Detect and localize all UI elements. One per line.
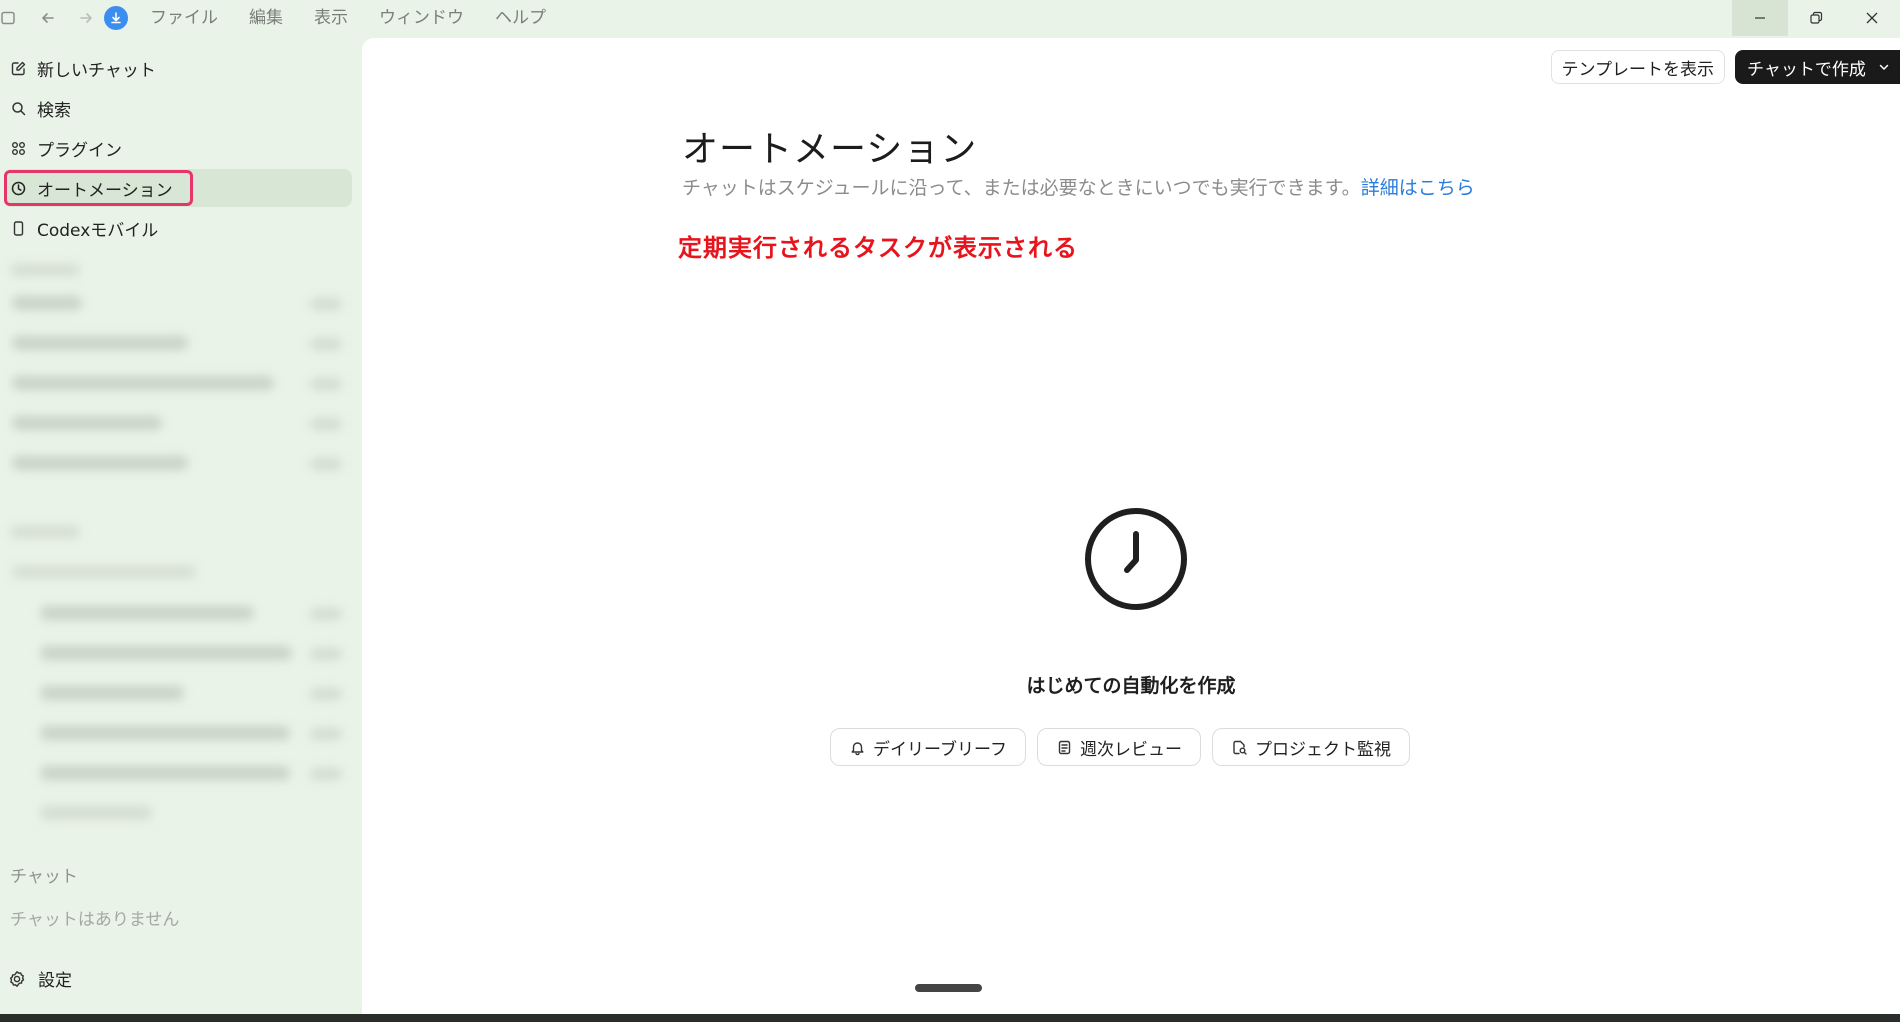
title-bar: ファイル 編集 表示 ウィンドウ ヘルプ (0, 0, 1900, 36)
page-title: オートメーション (682, 129, 978, 170)
search-icon (12, 101, 26, 115)
sidebar-item-new-chat[interactable]: 新しいチャット (4, 49, 352, 87)
sidebar-item-label: プラグイン (37, 140, 122, 161)
chip-label: 週次レビュー (1079, 739, 1182, 760)
restore-icon[interactable] (1788, 0, 1844, 36)
forward-arrow-icon[interactable] (74, 6, 98, 30)
sidebar-item-label: Codexモバイル (37, 220, 159, 241)
gear-icon (9, 970, 25, 987)
annotation-text: 定期実行されるタスクが表示される (678, 234, 1078, 262)
window-controls (1732, 0, 1900, 36)
page-subtitle-text: チャットはスケジュールに沿って、または必要なときにいつでも実行できます。 (682, 177, 1361, 199)
menu-edit[interactable]: 編集 (249, 0, 283, 36)
sidebar-item-plugins[interactable]: プラグイン (4, 129, 352, 167)
chevron-down-icon[interactable] (1878, 61, 1890, 73)
sidebar-item-codex-mobile[interactable]: Codexモバイル (4, 209, 352, 247)
chip-label: デイリーブリーフ (873, 739, 1007, 760)
resize-handle[interactable] (915, 984, 982, 992)
sidebar: 新しいチャット 検索 プラグイン オートメーション Codexモバイル チャット… (0, 36, 362, 1022)
file-search-icon (1233, 740, 1247, 755)
empty-state-title: はじめての自動化を作成 (1026, 675, 1236, 697)
clock-icon (1085, 508, 1187, 610)
menu-bar: ファイル 編集 表示 ウィンドウ ヘルプ (150, 0, 577, 36)
chip-label: プロジェクト監視 (1254, 739, 1391, 760)
chats-section-heading: チャット (10, 867, 78, 887)
settings-label: 設定 (38, 971, 72, 991)
sidebar-toggle-icon[interactable] (0, 6, 16, 30)
sidebar-item-label: オートメーション (37, 180, 173, 201)
download-icon[interactable] (104, 6, 128, 30)
suggestion-chips: デイリーブリーフ 週次レビュー プロジェクト監視 (830, 728, 1421, 766)
menu-view[interactable]: 表示 (314, 0, 348, 36)
grid-icon (12, 141, 25, 155)
menu-window[interactable]: ウィンドウ (379, 0, 464, 36)
sidebar-item-label: 検索 (37, 100, 71, 121)
chip-weekly-review[interactable]: 週次レビュー (1036, 728, 1201, 766)
create-with-chat-label: チャットで作成 (1747, 59, 1866, 80)
minimize-icon[interactable] (1732, 0, 1788, 36)
sidebar-item-label: 新しいチャット (37, 60, 156, 81)
note-icon (1058, 740, 1071, 754)
sidebar-item-search[interactable]: 検索 (4, 89, 352, 127)
bell-icon (851, 741, 864, 755)
chip-project-monitor[interactable]: プロジェクト監視 (1211, 728, 1410, 766)
view-templates-button[interactable]: テンプレートを表示 (1550, 50, 1725, 84)
main-panel: テンプレートを表示 チャットで作成 オートメーション チャットはスケジュールに沿… (362, 38, 1900, 1014)
taskbar-edge (0, 1014, 1900, 1022)
clock-icon (11, 181, 26, 195)
close-icon[interactable] (1844, 0, 1900, 36)
sidebar-item-automation[interactable]: オートメーション (4, 169, 352, 207)
chip-daily-brief[interactable]: デイリーブリーフ (830, 728, 1026, 766)
phone-icon (13, 220, 24, 236)
page-subtitle: チャットはスケジュールに沿って、または必要なときにいつでも実行できます。詳細はこ… (682, 173, 1475, 200)
learn-more-link[interactable]: 詳細はこちら (1361, 177, 1475, 199)
create-with-chat-button[interactable]: チャットで作成 (1735, 50, 1900, 84)
blurred-pinned-list (0, 264, 362, 882)
compose-icon (11, 61, 26, 75)
chats-empty-message: チャットはありません (10, 910, 180, 930)
settings-button[interactable]: 設定 (8, 966, 72, 991)
menu-help[interactable]: ヘルプ (495, 0, 546, 36)
menu-file[interactable]: ファイル (150, 0, 218, 36)
back-arrow-icon[interactable] (36, 6, 60, 30)
